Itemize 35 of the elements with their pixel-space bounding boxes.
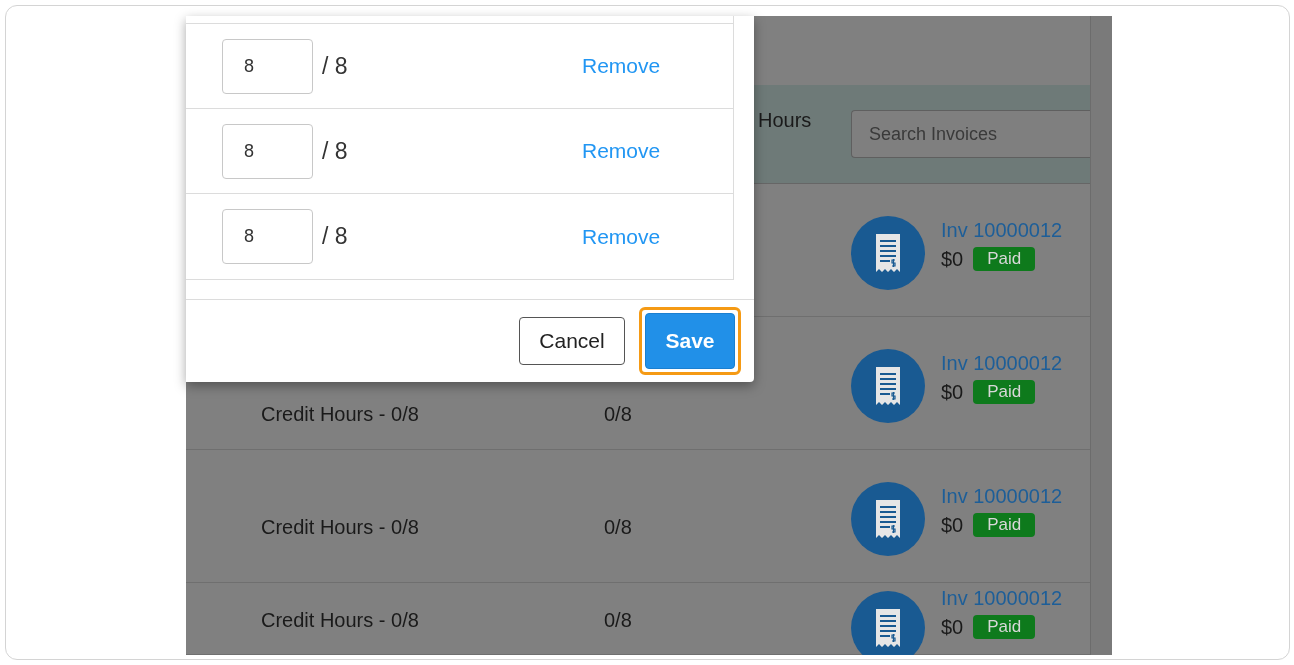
hours-text: 0/8 [604, 608, 632, 633]
description-text: Credit Hours - 0/8 [261, 402, 419, 427]
status-badge: Paid [973, 380, 1036, 404]
cancel-button[interactable]: Cancel [519, 317, 625, 365]
amount-text: $0 [941, 513, 964, 537]
hours-input[interactable]: 8 [222, 123, 313, 179]
amount-text: $0 [941, 247, 964, 271]
invoice-link[interactable]: Inv 10000012 [941, 585, 1063, 611]
hours-input[interactable]: 8 [222, 209, 313, 264]
hours-text: 0/8 [604, 515, 632, 540]
description-text: Credit Hours - 0/8 [261, 608, 419, 633]
invoice-link[interactable]: Inv 10000012 [941, 483, 1063, 509]
search-field[interactable]: Search Invoices [851, 110, 1090, 158]
receipt-icon [851, 349, 925, 423]
amount-text: $0 [941, 380, 964, 404]
hours-text: 0/8 [604, 402, 632, 427]
receipt-icon [851, 482, 925, 556]
status-badge: Paid [973, 247, 1036, 271]
remove-link[interactable]: Remove [582, 135, 661, 167]
amount-text: $0 [941, 615, 964, 639]
hours-total: / 8 [322, 51, 348, 81]
receipt-icon [851, 216, 925, 290]
hours-total: / 8 [322, 136, 348, 166]
save-button[interactable]: Save [645, 313, 735, 369]
remove-link[interactable]: Remove [582, 220, 661, 253]
column-header: Hours [758, 108, 812, 133]
receipt-icon [851, 591, 925, 655]
invoice-link[interactable]: Inv 10000012 [941, 217, 1063, 243]
status-badge: Paid [973, 513, 1036, 537]
hours-total: / 8 [322, 222, 348, 252]
hours-input[interactable]: 8 [222, 38, 313, 94]
description-text: Credit Hours - 0/8 [261, 515, 419, 540]
remove-link[interactable]: Remove [582, 50, 661, 82]
status-badge: Paid [973, 615, 1036, 639]
invoice-link[interactable]: Inv 10000012 [941, 350, 1063, 376]
